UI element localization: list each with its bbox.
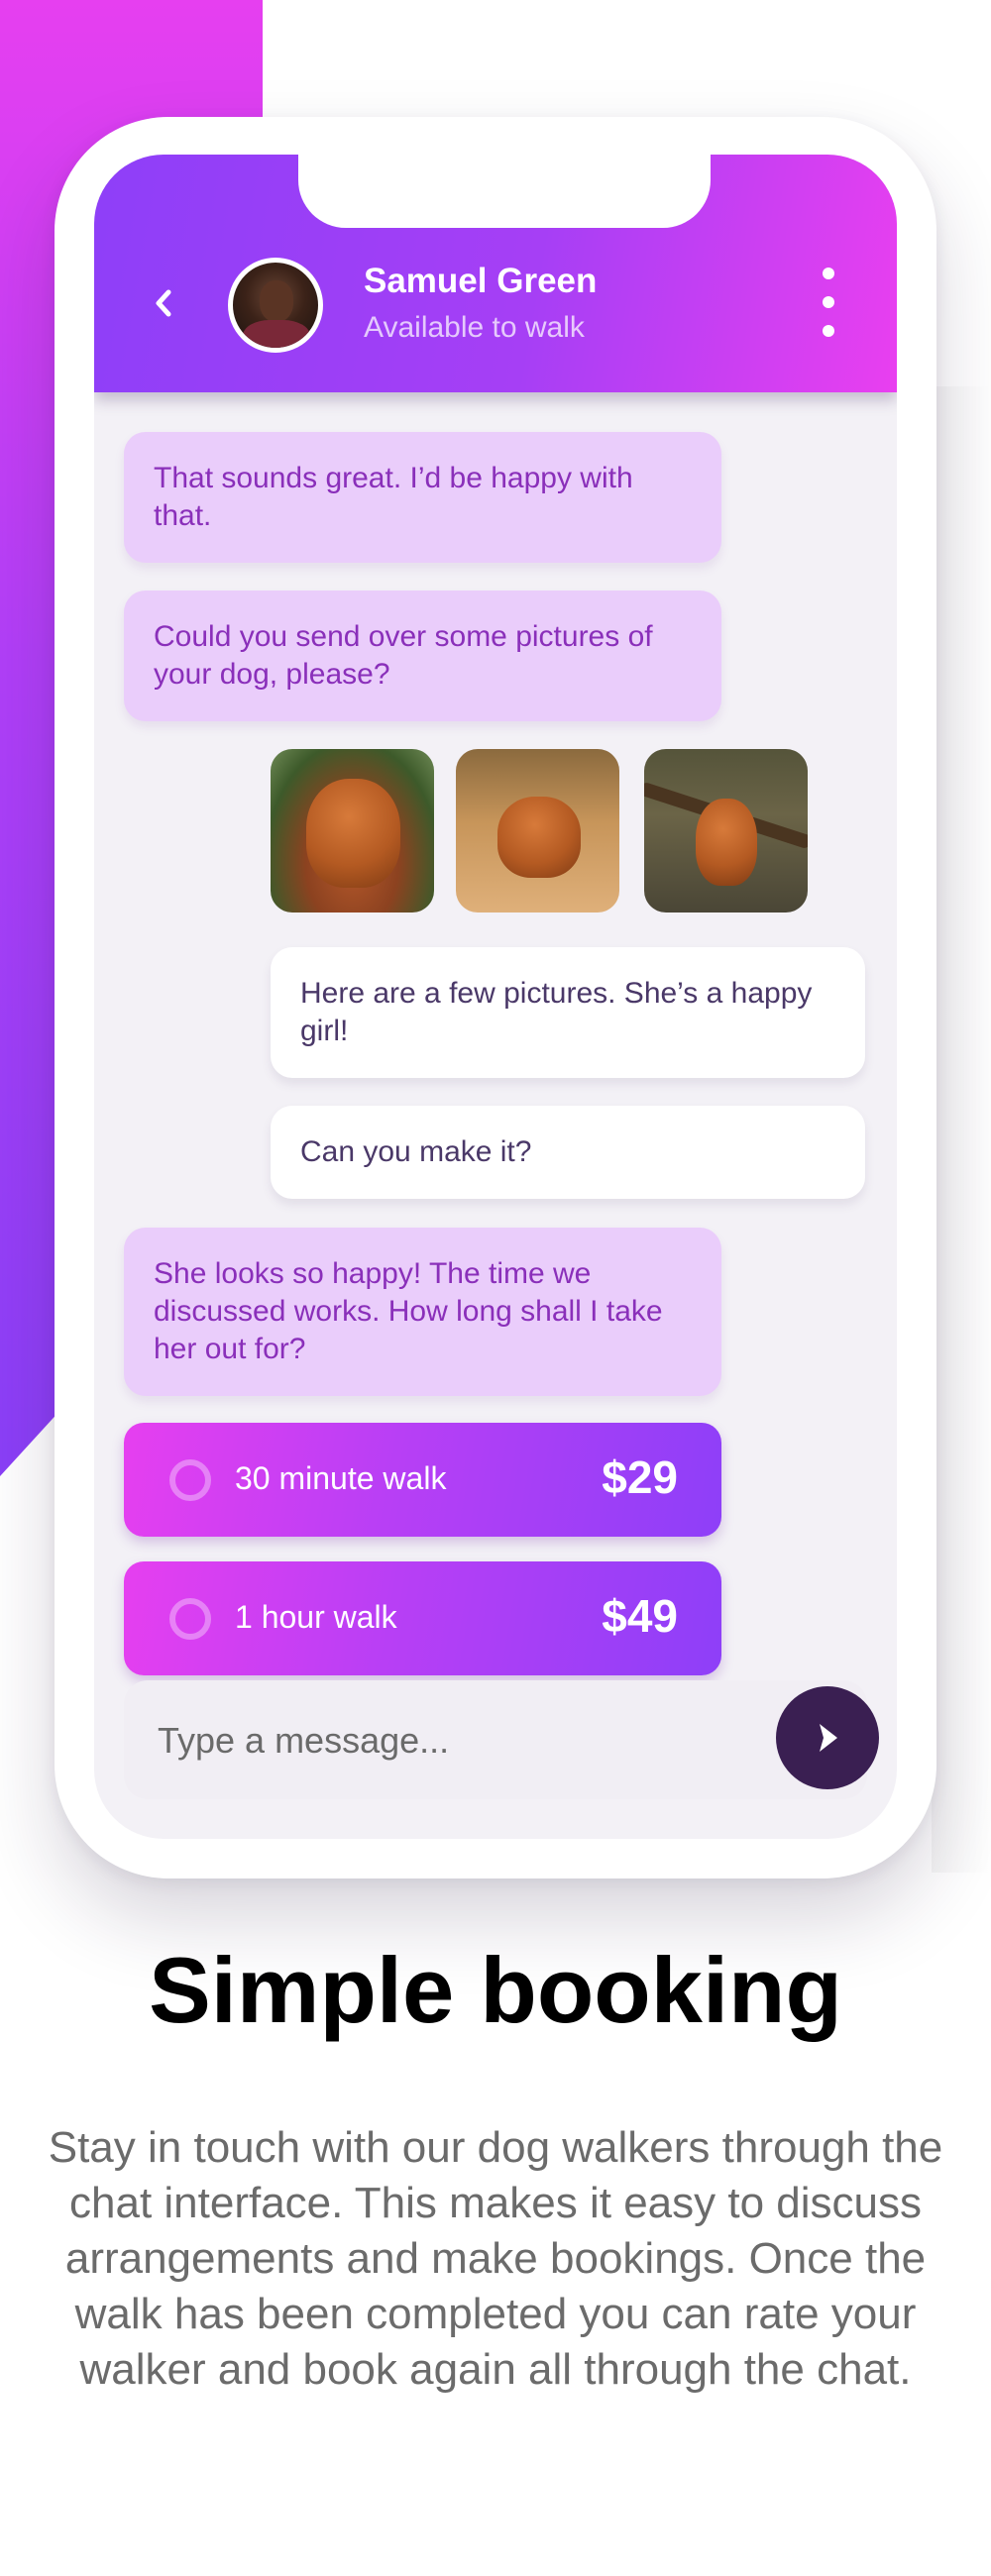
chevron-left-icon (156, 289, 171, 317)
message-bubble-incoming: Could you send over some pictures of you… (124, 590, 721, 721)
message-bubble-outgoing: Can you make it? (271, 1106, 865, 1199)
contact-status: Available to walk (364, 311, 585, 344)
avatar-body-shape (243, 320, 310, 348)
section-description: Stay in touch with our dog walkers throu… (48, 2123, 943, 2394)
option-label: 1 hour walk (235, 1599, 397, 1635)
message-composer (124, 1680, 879, 1799)
message-input[interactable] (158, 1716, 713, 1766)
more-dot (823, 296, 834, 308)
chat-header: Samuel Green Available to walk (94, 155, 897, 392)
phone-notch (298, 155, 711, 228)
send-button[interactable] (776, 1686, 879, 1789)
dog-photo[interactable] (271, 749, 434, 912)
walk-option-1hour[interactable]: 1 hour walk $49 (124, 1561, 721, 1675)
walk-option-30min[interactable]: 30 minute walk $29 (124, 1423, 721, 1537)
back-button[interactable] (144, 281, 183, 325)
message-bubble-incoming: She looks so happy! The time we discusse… (124, 1228, 721, 1396)
dog-shape (696, 799, 757, 886)
avatar[interactable] (228, 258, 323, 353)
section-title: Simple booking (149, 1938, 842, 2042)
radio-button[interactable] (169, 1459, 211, 1501)
dog-photo[interactable] (644, 749, 808, 912)
radio-button[interactable] (169, 1598, 211, 1640)
background-shadow (932, 386, 991, 1873)
option-price: $29 (602, 1451, 678, 1503)
option-price: $49 (602, 1590, 678, 1642)
contact-name: Samuel Green (364, 262, 598, 300)
message-bubble-outgoing: Here are a few pictures. She’s a happy g… (271, 947, 865, 1078)
avatar-head-shape (260, 280, 293, 322)
chat-screen: Samuel Green Available to walk That soun… (94, 155, 897, 1839)
more-vertical-icon (823, 268, 834, 279)
phone-mockup: Samuel Green Available to walk That soun… (55, 117, 936, 1878)
option-label: 30 minute walk (235, 1460, 447, 1496)
more-options-button[interactable] (814, 268, 843, 337)
dog-photo[interactable] (456, 749, 619, 912)
send-arrow-icon (820, 1724, 837, 1752)
dog-shape (306, 779, 400, 888)
message-bubble-incoming: That sounds great. I’d be happy with tha… (124, 432, 721, 563)
more-dot (823, 325, 834, 337)
dog-shape (497, 797, 581, 878)
